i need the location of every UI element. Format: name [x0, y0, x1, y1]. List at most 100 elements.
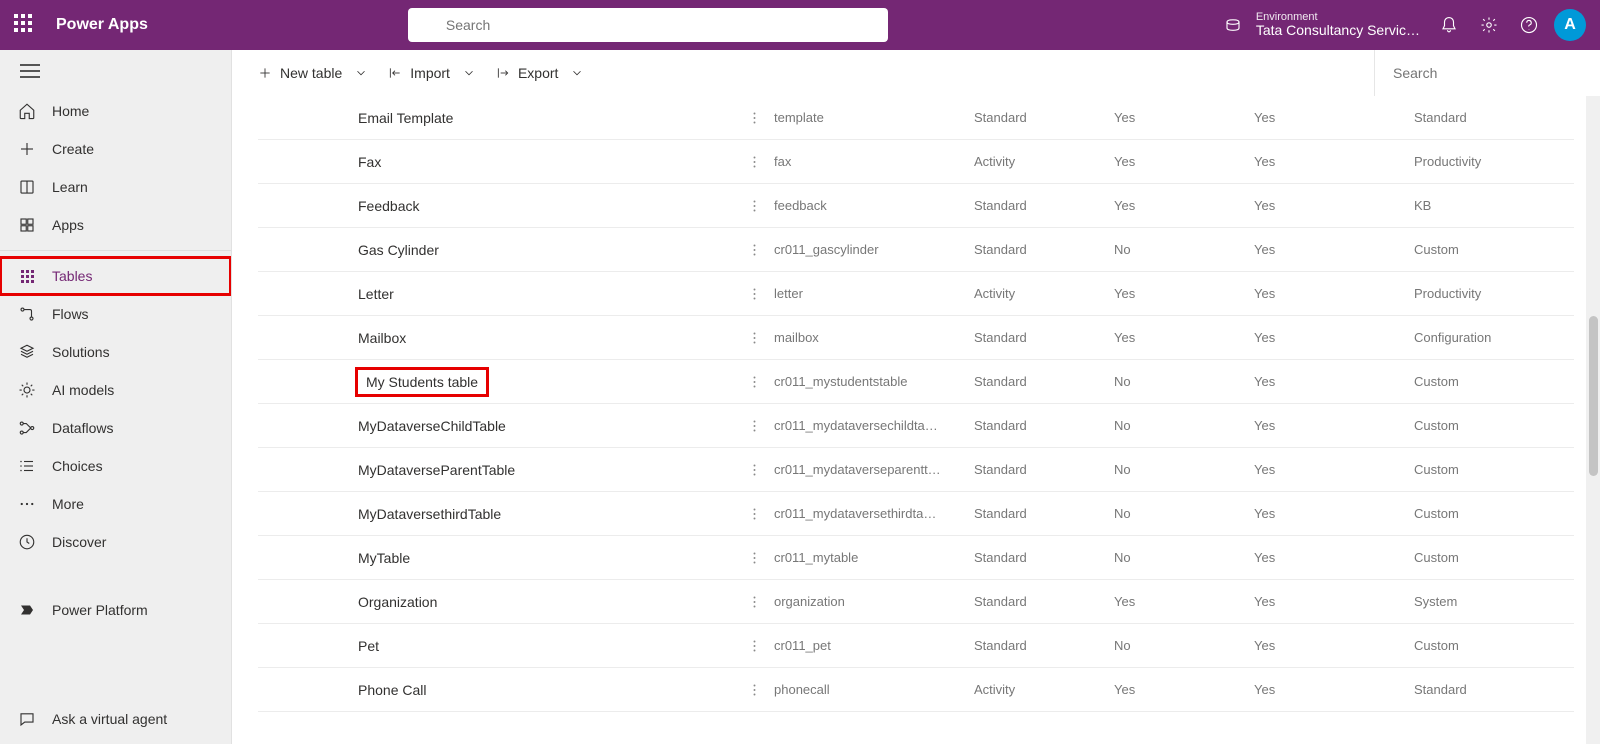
table-name[interactable]: Email Template: [358, 110, 734, 126]
row-more-button[interactable]: [734, 111, 774, 125]
schema-name: cr011_mydataverseparentt…: [774, 462, 974, 477]
managed: Yes: [1114, 154, 1254, 169]
table-row[interactable]: MyTablecr011_mytableStandardNoYesCustom: [258, 536, 1574, 580]
managed: No: [1114, 242, 1254, 257]
nav-toggle[interactable]: [0, 50, 231, 92]
table-row[interactable]: Email TemplatetemplateStandardYesYesStan…: [258, 96, 1574, 140]
table-type: Activity: [974, 286, 1114, 301]
environment-label: Environment: [1256, 11, 1420, 23]
nav-label: Flows: [52, 306, 89, 322]
table-row[interactable]: My Students tablecr011_mystudentstableSt…: [258, 360, 1574, 404]
table-name[interactable]: MyDataverseChildTable: [358, 418, 734, 434]
table-row[interactable]: Petcr011_petStandardNoYesCustom: [258, 624, 1574, 668]
row-more-button[interactable]: [734, 507, 774, 521]
nav-power-platform[interactable]: Power Platform: [0, 591, 231, 629]
table-row[interactable]: Gas Cylindercr011_gascylinderStandardNoY…: [258, 228, 1574, 272]
nav-discover[interactable]: Discover: [0, 523, 231, 561]
row-more-button[interactable]: [734, 287, 774, 301]
row-more-button[interactable]: [734, 551, 774, 565]
table-scroll[interactable]: Email TemplatetemplateStandardYesYesStan…: [232, 96, 1600, 744]
table-type: Standard: [974, 110, 1114, 125]
nav-tables[interactable]: Tables: [0, 257, 231, 295]
nav-flows[interactable]: Flows: [0, 295, 231, 333]
nav-solutions[interactable]: Solutions: [0, 333, 231, 371]
row-more-button[interactable]: [734, 375, 774, 389]
help-icon[interactable]: [1520, 16, 1538, 34]
nav-home[interactable]: Home: [0, 92, 231, 130]
nav-dataflows[interactable]: Dataflows: [0, 409, 231, 447]
dataflows-icon: [18, 419, 36, 437]
nav-ai-models[interactable]: AI models: [0, 371, 231, 409]
table-row[interactable]: MyDataverseParentTable cr011_mydataversep…: [258, 448, 1574, 492]
table-name[interactable]: Gas Cylinder: [358, 242, 734, 258]
row-more-button[interactable]: [734, 243, 774, 257]
table-row[interactable]: OrganizationorganizationStandardYesYesSy…: [258, 580, 1574, 624]
table-name[interactable]: Feedback: [358, 198, 734, 214]
import-button[interactable]: Import: [378, 59, 486, 87]
table-name[interactable]: Pet: [358, 638, 734, 654]
table-name[interactable]: My Students table: [358, 370, 734, 394]
nav-learn[interactable]: Learn: [0, 168, 231, 206]
row-more-button[interactable]: [734, 463, 774, 477]
row-more-button[interactable]: [734, 683, 774, 697]
scrollbar-track[interactable]: [1586, 96, 1600, 744]
table-row[interactable]: MyDataverseChildTablecr011_mydataversech…: [258, 404, 1574, 448]
table-row[interactable]: Phone CallphonecallActivityYesYesStandar…: [258, 668, 1574, 712]
customizable: Yes: [1254, 638, 1414, 653]
nav-more[interactable]: More: [0, 485, 231, 523]
row-more-button[interactable]: [734, 419, 774, 433]
discover-icon: [18, 533, 36, 551]
more-icon: [18, 495, 36, 513]
settings-icon[interactable]: [1480, 16, 1498, 34]
table-name-highlight[interactable]: My Students table: [358, 370, 486, 394]
nav-apps[interactable]: Apps: [0, 206, 231, 244]
table-name[interactable]: Fax: [358, 154, 734, 170]
row-more-button[interactable]: [734, 199, 774, 213]
table-row[interactable]: FeedbackfeedbackStandardYesYesKB: [258, 184, 1574, 228]
top-bar: Power Apps Environment Tata Consultancy …: [0, 0, 1600, 50]
customizable: Yes: [1254, 154, 1414, 169]
global-search-input[interactable]: [446, 17, 876, 33]
row-more-button[interactable]: [734, 155, 774, 169]
nav-choices[interactable]: Choices: [0, 447, 231, 485]
nav-create[interactable]: Create: [0, 130, 231, 168]
scrollbar-thumb[interactable]: [1589, 316, 1598, 476]
environment-picker[interactable]: Environment Tata Consultancy Servic…: [1224, 11, 1420, 38]
table-name[interactable]: MyDataversethirdTable: [358, 506, 734, 522]
table-row[interactable]: FaxfaxActivityYesYesProductivity: [258, 140, 1574, 184]
nav-label: Tables: [52, 268, 92, 284]
environment-icon: [1224, 16, 1242, 34]
ai-icon: [18, 381, 36, 399]
global-search[interactable]: [408, 8, 888, 42]
table-row[interactable]: MyDataversethirdTablecr011_mydataverseth…: [258, 492, 1574, 536]
home-icon: [18, 102, 36, 120]
row-more-button[interactable]: [734, 331, 774, 345]
app-launcher-icon[interactable]: [14, 14, 36, 36]
table-search-input[interactable]: [1393, 65, 1574, 81]
table-type: Standard: [974, 506, 1114, 521]
table-name[interactable]: Letter: [358, 286, 734, 302]
export-button[interactable]: Export: [486, 59, 594, 87]
tag: System: [1414, 594, 1574, 609]
import-icon: [388, 66, 402, 80]
chat-icon: [18, 710, 36, 728]
notifications-icon[interactable]: [1440, 16, 1458, 34]
user-avatar[interactable]: A: [1554, 9, 1586, 41]
table-name[interactable]: MyDataverseParentTable: [358, 462, 734, 478]
table-name[interactable]: Mailbox: [358, 330, 734, 346]
table-row[interactable]: LetterletterActivityYesYesProductivity: [258, 272, 1574, 316]
schema-name: feedback: [774, 198, 974, 213]
row-more-button[interactable]: [734, 595, 774, 609]
ask-agent[interactable]: Ask a virtual agent: [0, 700, 231, 738]
table-name[interactable]: Organization: [358, 594, 734, 610]
tables-icon: [18, 267, 36, 285]
new-table-button[interactable]: New table: [248, 59, 378, 87]
table-name[interactable]: MyTable: [358, 550, 734, 566]
table-row[interactable]: MailboxmailboxStandardYesYesConfiguratio…: [258, 316, 1574, 360]
chevron-down-icon: [570, 66, 584, 80]
row-more-button[interactable]: [734, 639, 774, 653]
table-search[interactable]: [1374, 50, 1584, 96]
plus-icon: [258, 66, 272, 80]
customizable: Yes: [1254, 198, 1414, 213]
table-name[interactable]: Phone Call: [358, 682, 734, 698]
